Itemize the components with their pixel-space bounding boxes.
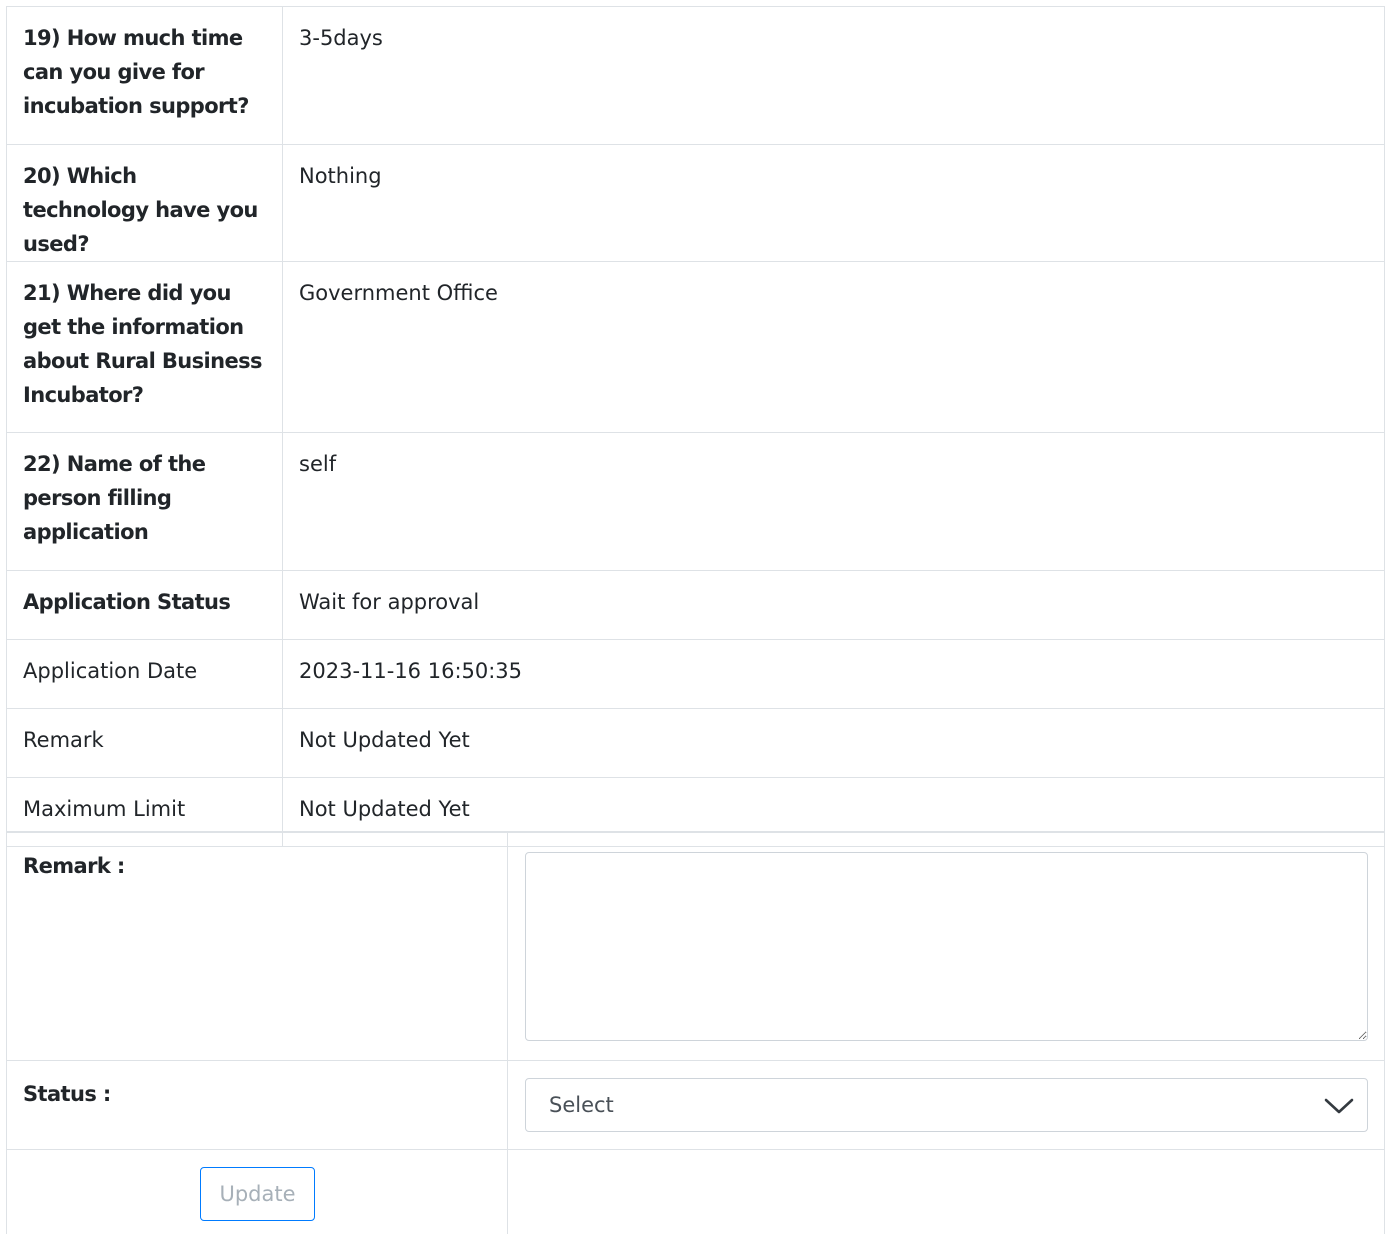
question-cell: 22) Name of the person filling applicati… — [6, 432, 283, 571]
remark-field-label: Remark : — [6, 831, 508, 1061]
form-row-remark: Remark : — [6, 831, 1385, 1061]
empty-cell — [507, 1149, 1385, 1234]
question-cell: 19) How much time can you give for incub… — [6, 6, 283, 145]
answer-cell: self — [282, 432, 1385, 571]
status-select-value: Select — [549, 1092, 614, 1117]
answer-cell: 3-5days — [282, 6, 1385, 145]
form-row-status: Status : Select — [6, 1060, 1385, 1150]
remark-textarea[interactable] — [525, 852, 1368, 1041]
question-cell: 21) Where did you get the information ab… — [6, 261, 283, 433]
application-date-label: Application Date — [6, 639, 283, 709]
application-date-value: 2023-11-16 16:50:35 — [282, 639, 1385, 709]
application-status-label: Application Status — [6, 570, 283, 640]
answer-cell: Government Office — [282, 261, 1385, 433]
remark-value: Not Updated Yet — [282, 708, 1385, 778]
remark-field-cell — [507, 831, 1385, 1061]
table-row: Application Status Wait for approval — [6, 570, 1385, 640]
remark-label: Remark — [6, 708, 283, 778]
answer-cell: Nothing — [282, 144, 1385, 262]
application-status-value: Wait for approval — [282, 570, 1385, 640]
application-details-page: 19) How much time can you give for incub… — [0, 0, 1391, 1234]
form-row-actions: Update — [6, 1149, 1385, 1234]
question-cell: 20) Which technology have you used? — [6, 144, 283, 262]
update-form-table: Remark : Status : Select Update — [6, 831, 1385, 1234]
update-button[interactable]: Update — [200, 1166, 315, 1221]
table-row: Remark Not Updated Yet — [6, 708, 1385, 778]
status-field-cell: Select — [507, 1060, 1385, 1150]
application-details-table: 19) How much time can you give for incub… — [6, 6, 1385, 847]
table-row: Application Date 2023-11-16 16:50:35 — [6, 639, 1385, 709]
status-field-label: Status : — [6, 1060, 508, 1150]
table-row: 20) Which technology have you used? Noth… — [6, 144, 1385, 262]
table-row: 21) Where did you get the information ab… — [6, 261, 1385, 433]
table-row: 22) Name of the person filling applicati… — [6, 432, 1385, 571]
update-button-cell: Update — [6, 1149, 508, 1234]
chevron-down-icon — [1324, 1098, 1354, 1113]
table-row: 19) How much time can you give for incub… — [6, 6, 1385, 145]
status-select[interactable]: Select — [525, 1077, 1368, 1132]
